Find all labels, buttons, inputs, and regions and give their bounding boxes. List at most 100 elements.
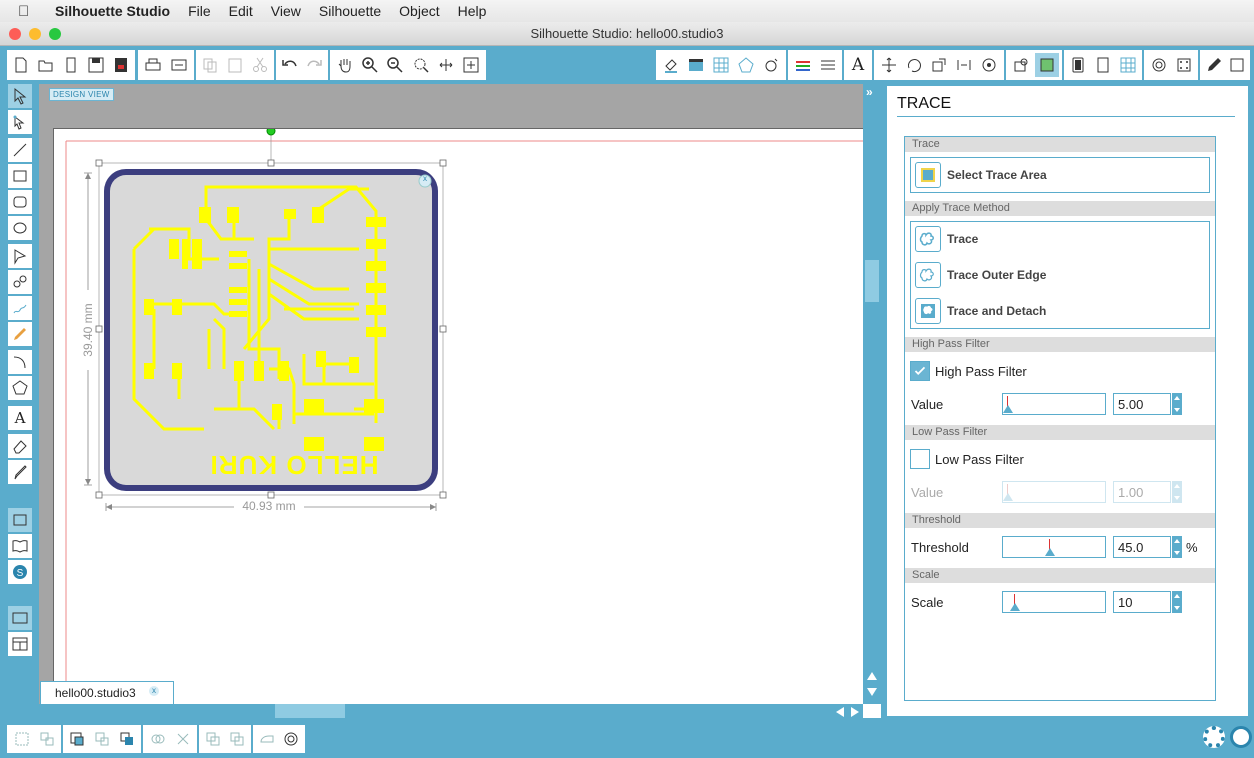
make-compound-icon[interactable]: [66, 727, 89, 751]
text-style-icon[interactable]: A: [847, 53, 869, 77]
high-pass-checkbox[interactable]: [910, 361, 930, 381]
cut-icon[interactable]: [248, 53, 271, 77]
tab-close-icon[interactable]: x: [149, 686, 159, 696]
replicate-icon[interactable]: [978, 53, 1001, 77]
trace-outer-edge-button[interactable]: Trace Outer Edge: [915, 262, 1046, 288]
low-pass-slider[interactable]: [1002, 481, 1106, 503]
menu-app[interactable]: Silhouette Studio: [46, 0, 179, 22]
high-pass-stepper[interactable]: [1172, 393, 1182, 415]
knife-tool-icon[interactable]: [8, 460, 32, 484]
library-icon[interactable]: [1226, 53, 1247, 77]
trace-and-detach-button[interactable]: Trace and Detach: [915, 298, 1046, 324]
open-library-icon[interactable]: [60, 53, 83, 77]
open-folder-icon[interactable]: [35, 53, 58, 77]
store-view-icon[interactable]: S: [8, 560, 32, 584]
selection-close-icon[interactable]: x: [421, 174, 429, 183]
polygon-tool-icon[interactable]: [8, 244, 32, 268]
help-icon[interactable]: [1230, 726, 1252, 748]
line-style-icon[interactable]: [816, 53, 839, 77]
close-window-button[interactable]: [9, 28, 21, 40]
vertical-scrollbar[interactable]: »: [863, 84, 881, 704]
move-icon[interactable]: [953, 53, 976, 77]
pan-hand-icon[interactable]: [333, 53, 356, 77]
drag-zoom-icon[interactable]: [434, 53, 457, 77]
registration-icon[interactable]: [735, 53, 758, 77]
menu-object[interactable]: Object: [390, 0, 448, 22]
minimize-window-button[interactable]: [29, 28, 41, 40]
threshold-value-input[interactable]: 45.0: [1113, 536, 1171, 558]
fit-to-page-icon[interactable]: [460, 53, 483, 77]
eraser-tool-icon[interactable]: [8, 434, 32, 458]
shape-library-icon[interactable]: [256, 727, 278, 751]
apple-icon[interactable]: : [18, 3, 40, 20]
menu-help[interactable]: Help: [449, 0, 496, 22]
curve-tool-icon[interactable]: [8, 270, 32, 294]
line-tool-icon[interactable]: [8, 138, 32, 162]
menu-file[interactable]: File: [179, 0, 220, 22]
design-view-icon[interactable]: [8, 508, 32, 532]
modify-icon[interactable]: [1009, 53, 1033, 77]
settings-gear-icon[interactable]: [1203, 726, 1225, 748]
nesting-icon[interactable]: [1116, 53, 1139, 77]
split-pane-icon[interactable]: [8, 632, 32, 656]
save-icon[interactable]: [84, 53, 107, 77]
weld-icon[interactable]: [146, 727, 169, 751]
select-tool-icon[interactable]: [8, 84, 32, 108]
print-cut-icon[interactable]: [1092, 53, 1115, 77]
cutting-mat-page[interactable]: x HELLO KURI 39.40 mm 40.93 mm: [53, 128, 864, 705]
send-to-cutter-icon[interactable]: [167, 53, 191, 77]
spiral-icon[interactable]: [1147, 53, 1170, 77]
document-tab[interactable]: hello00.studio3 x: [40, 681, 174, 704]
threshold-stepper[interactable]: [1172, 536, 1182, 558]
rotate-icon[interactable]: [902, 53, 925, 77]
spiral-bottom-icon[interactable]: [280, 727, 302, 751]
redo-icon[interactable]: [303, 53, 325, 77]
scroll-left-icon[interactable]: [836, 707, 844, 717]
high-pass-slider[interactable]: [1002, 393, 1106, 415]
save-library-icon[interactable]: [109, 53, 132, 77]
trace-button[interactable]: Trace: [915, 226, 978, 252]
line-color-icon[interactable]: [791, 53, 814, 77]
freehand-tool-icon[interactable]: [8, 296, 32, 320]
horizontal-scrollbar[interactable]: [39, 704, 863, 718]
scroll-down-icon[interactable]: [867, 688, 877, 696]
print-icon[interactable]: [141, 53, 165, 77]
fill-color-icon[interactable]: [659, 53, 682, 77]
scroll-right-icon[interactable]: [851, 707, 859, 717]
sketch-icon[interactable]: [1203, 53, 1224, 77]
copy-icon[interactable]: [199, 53, 222, 77]
menu-view[interactable]: View: [262, 0, 310, 22]
smooth-freehand-tool-icon[interactable]: [8, 322, 32, 346]
regular-polygon-tool-icon[interactable]: [8, 376, 32, 400]
send-backward-icon[interactable]: [202, 727, 224, 751]
pixscan-icon[interactable]: [1172, 53, 1195, 77]
rectangle-tool-icon[interactable]: [8, 164, 32, 188]
zoom-out-icon[interactable]: [384, 53, 407, 77]
rounded-rect-tool-icon[interactable]: [8, 190, 32, 214]
cut-settings-icon[interactable]: [760, 53, 783, 77]
zoom-select-icon[interactable]: [409, 53, 432, 77]
undo-icon[interactable]: [279, 53, 301, 77]
bring-to-front-icon[interactable]: [115, 727, 138, 751]
scale-value-input[interactable]: 10: [1113, 591, 1171, 613]
scale-stepper[interactable]: [1172, 591, 1182, 613]
scroll-up-icon[interactable]: [867, 672, 877, 680]
menu-edit[interactable]: Edit: [220, 0, 262, 22]
high-pass-value-input[interactable]: 5.00: [1113, 393, 1171, 415]
zoom-window-button[interactable]: [49, 28, 61, 40]
offset-icon[interactable]: [1067, 53, 1090, 77]
threshold-slider[interactable]: [1002, 536, 1106, 558]
align-icon[interactable]: [877, 53, 900, 77]
text-tool-icon[interactable]: A: [8, 406, 32, 430]
paste-icon[interactable]: [224, 53, 247, 77]
send-to-back-icon[interactable]: [226, 727, 248, 751]
ungroup-icon[interactable]: [35, 727, 58, 751]
ellipse-tool-icon[interactable]: [8, 216, 32, 240]
arc-tool-icon[interactable]: [8, 350, 32, 374]
delete-icon[interactable]: [171, 727, 194, 751]
low-pass-stepper[interactable]: [1172, 481, 1182, 503]
grid-icon[interactable]: [709, 53, 732, 77]
library-view-icon[interactable]: [8, 534, 32, 558]
group-icon[interactable]: [10, 727, 33, 751]
scale-icon[interactable]: [927, 53, 950, 77]
